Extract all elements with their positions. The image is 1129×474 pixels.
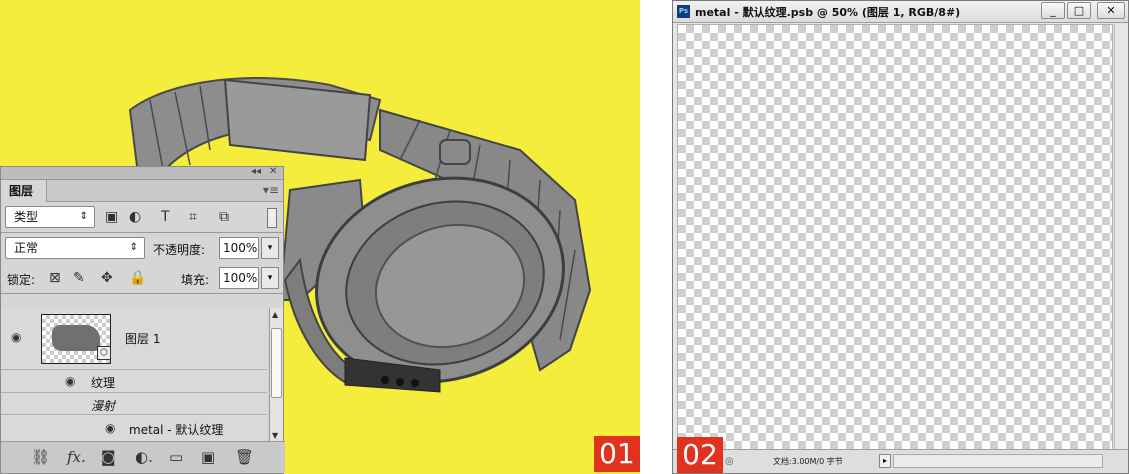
watch-thumbnail-image bbox=[52, 325, 100, 351]
chevron-down-icon: ⇕ bbox=[79, 211, 88, 222]
filter-type-value: 类型 bbox=[14, 210, 39, 224]
minimize-button[interactable]: _ bbox=[1041, 2, 1065, 19]
figure-badge-02: 02 bbox=[677, 437, 723, 473]
text-filter-icon[interactable]: T bbox=[161, 210, 170, 224]
lock-label: 锁定: bbox=[7, 273, 36, 287]
layer-row[interactable]: 漫射 bbox=[1, 392, 267, 414]
blend-mode-value: 正常 bbox=[14, 241, 39, 255]
separator bbox=[1, 293, 283, 294]
lock-row: 锁定: ⊠ ✎ ✥ 🔒 填充: 100% ▾ bbox=[1, 263, 283, 293]
blend-row: 正常 ⇕ 不透明度: 100% ▾ bbox=[1, 233, 283, 263]
blend-mode-select[interactable]: 正常 ⇕ bbox=[5, 237, 145, 259]
adjustment-filter-icon[interactable]: ◐ bbox=[129, 210, 141, 224]
scroll-up-icon[interactable]: ▲ bbox=[272, 310, 278, 319]
document-size-text: 文档:3.00M/0 字节 bbox=[773, 457, 843, 466]
layer-name[interactable]: 图层 1 bbox=[125, 330, 160, 347]
scroll-thumb[interactable] bbox=[271, 328, 282, 398]
adjustment-icon[interactable]: ◐. bbox=[135, 448, 153, 466]
opacity-label: 不透明度: bbox=[153, 243, 206, 257]
fx-icon[interactable]: fx. bbox=[67, 448, 86, 466]
layer-list: ◉ ⬡ 图层 1 ◉ 纹理 漫射 ◉ metal - 默认纹理 bbox=[1, 308, 267, 442]
folder-icon[interactable]: ▭ bbox=[169, 448, 183, 466]
maximize-button[interactable]: □ bbox=[1067, 2, 1091, 19]
horizontal-scrollbar[interactable] bbox=[893, 454, 1103, 468]
filter-type-select[interactable]: 类型 ⇕ bbox=[5, 206, 95, 228]
panel-tab-row: 图层 ▾≡ bbox=[1, 180, 283, 202]
filter-toggle[interactable] bbox=[267, 208, 277, 228]
layer-list-scrollbar[interactable]: ▲ ▼ bbox=[269, 308, 283, 442]
smart-object-filter-icon[interactable]: ⧉ bbox=[219, 210, 229, 224]
eye-icon[interactable]: ◉ bbox=[11, 330, 21, 344]
layer-name[interactable]: 纹理 bbox=[91, 374, 115, 391]
panel-menu-icon[interactable]: ▾≡ bbox=[263, 183, 279, 197]
panel-bottom-bar: ⛓ fx. ◙ ◐. ▭ ▣ 🗑 bbox=[1, 441, 285, 473]
window-title: metal - 默认纹理.psb @ 50% (图层 1, RGB/8#) bbox=[695, 6, 961, 19]
vertical-scrollbar[interactable] bbox=[1114, 24, 1128, 450]
document-window: Ps metal - 默认纹理.psb @ 50% (图层 1, RGB/8#)… bbox=[672, 0, 1129, 474]
eye-icon[interactable]: ◉ bbox=[65, 374, 75, 388]
fill-label: 填充: bbox=[181, 273, 210, 287]
mask-icon[interactable]: ◙ bbox=[101, 448, 116, 466]
figure-badge-01: 01 bbox=[594, 436, 640, 472]
layer-row[interactable]: ◉ metal - 默认纹理 bbox=[1, 414, 267, 440]
lock-transparent-icon[interactable]: ⊠ bbox=[49, 271, 61, 285]
layer-name[interactable]: metal - 默认纹理 bbox=[129, 421, 223, 438]
layer-name[interactable]: 漫射 bbox=[91, 397, 115, 414]
tab-layers[interactable]: 图层 bbox=[1, 180, 47, 202]
panel-topbar: ◂◂ ✕ bbox=[1, 166, 283, 180]
fill-dropdown-button[interactable]: ▾ bbox=[261, 267, 279, 289]
status-bar: ◎ 文档:3.00M/0 字节 ▸ bbox=[673, 449, 1128, 473]
collapse-icon[interactable]: ◂◂ bbox=[251, 166, 261, 177]
status-info-icon[interactable]: ◎ bbox=[725, 456, 734, 467]
lock-move-icon[interactable]: ✥ bbox=[101, 271, 113, 285]
eye-icon[interactable]: ◉ bbox=[105, 421, 115, 435]
filter-row: 类型 ⇕ ▣ ◐ T ⌗ ⧉ bbox=[1, 202, 283, 232]
layers-panel: ◂◂ ✕ 图层 ▾≡ 类型 ⇕ ▣ ◐ T ⌗ ⧉ 正常 ⇕ 不透明度: 100… bbox=[0, 166, 285, 474]
layer-row[interactable]: ◉ ⬡ 图层 1 bbox=[1, 308, 267, 370]
close-button[interactable]: ✕ bbox=[1097, 2, 1125, 19]
left-screenshot: ◂◂ ✕ 图层 ▾≡ 类型 ⇕ ▣ ◐ T ⌗ ⧉ 正常 ⇕ 不透明度: 100… bbox=[0, 0, 640, 474]
fill-input[interactable]: 100% bbox=[219, 267, 259, 289]
scroll-down-icon[interactable]: ▼ bbox=[272, 431, 278, 440]
layer-row[interactable]: ◉ 纹理 bbox=[1, 370, 267, 392]
opacity-input[interactable]: 100% bbox=[219, 237, 259, 259]
opacity-dropdown-button[interactable]: ▾ bbox=[261, 237, 279, 259]
new-layer-icon[interactable]: ▣ bbox=[201, 448, 215, 466]
transparent-canvas[interactable] bbox=[677, 24, 1113, 450]
trash-icon[interactable]: 🗑 bbox=[235, 448, 254, 466]
shape-filter-icon[interactable]: ⌗ bbox=[189, 210, 197, 224]
image-filter-icon[interactable]: ▣ bbox=[105, 210, 118, 224]
link-icon[interactable]: ⛓ bbox=[31, 448, 50, 466]
lock-brush-icon[interactable]: ✎ bbox=[73, 271, 85, 285]
close-icon[interactable]: ✕ bbox=[269, 166, 277, 177]
window-titlebar[interactable]: Ps metal - 默认纹理.psb @ 50% (图层 1, RGB/8#)… bbox=[673, 1, 1128, 23]
chevron-down-icon: ⇕ bbox=[129, 242, 138, 253]
status-menu-arrow[interactable]: ▸ bbox=[879, 454, 891, 468]
photoshop-icon: Ps bbox=[677, 5, 690, 18]
lock-all-icon[interactable]: 🔒 bbox=[129, 271, 146, 285]
3d-layer-icon: ⬡ bbox=[97, 346, 111, 360]
